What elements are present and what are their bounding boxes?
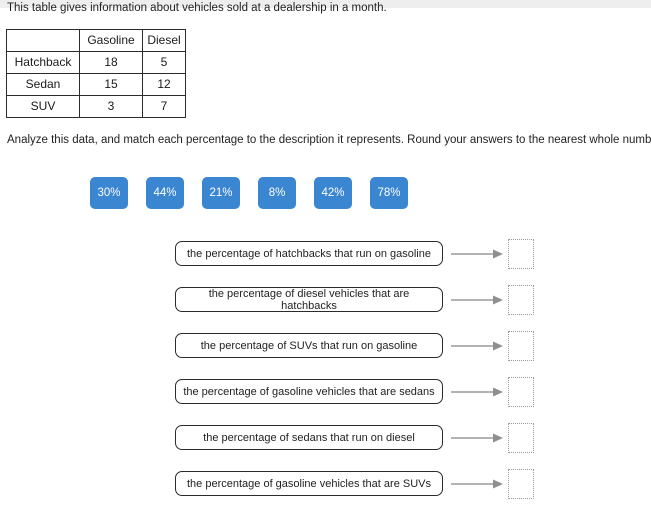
table-row-label: Sedan bbox=[6, 73, 80, 96]
description-box: the percentage of gasoline vehicles that… bbox=[175, 471, 443, 496]
percentage-tile-30[interactable]: 30% bbox=[90, 177, 128, 209]
arrow-icon bbox=[451, 341, 503, 351]
vehicle-data-table: Gasoline Diesel Hatchback 18 5 Sedan 15 … bbox=[6, 29, 186, 118]
answer-drop-box[interactable] bbox=[508, 423, 534, 453]
description-box: the percentage of SUVs that run on gasol… bbox=[175, 333, 443, 358]
match-row: the percentage of sedans that run on die… bbox=[0, 423, 651, 471]
description-box: the percentage of diesel vehicles that a… bbox=[175, 287, 443, 312]
percentage-tile-8[interactable]: 8% bbox=[258, 177, 296, 209]
match-row: the percentage of SUVs that run on gasol… bbox=[0, 331, 651, 379]
table-row-label: Hatchback bbox=[6, 51, 80, 74]
table-header-row: Gasoline Diesel bbox=[6, 29, 186, 52]
table-cell-gasoline: 3 bbox=[79, 95, 143, 118]
table-cell-diesel: 7 bbox=[142, 95, 186, 118]
percentage-tile-44[interactable]: 44% bbox=[146, 177, 184, 209]
table-cell-gasoline: 18 bbox=[79, 51, 143, 74]
percentage-tile-78[interactable]: 78% bbox=[370, 177, 408, 209]
description-box: the percentage of gasoline vehicles that… bbox=[175, 379, 443, 404]
table-row: Hatchback 18 5 bbox=[6, 51, 186, 74]
percentage-tile-42[interactable]: 42% bbox=[314, 177, 352, 209]
answer-drop-box[interactable] bbox=[508, 469, 534, 499]
description-box: the percentage of sedans that run on die… bbox=[175, 425, 443, 450]
arrow-icon bbox=[451, 387, 503, 397]
table-header-gasoline: Gasoline bbox=[79, 29, 143, 52]
intro-text: This table gives information about vehic… bbox=[7, 2, 387, 14]
arrow-icon bbox=[451, 295, 503, 305]
match-row: the percentage of gasoline vehicles that… bbox=[0, 377, 651, 425]
arrow-icon bbox=[451, 479, 503, 489]
match-row: the percentage of gasoline vehicles that… bbox=[0, 469, 651, 517]
arrow-icon bbox=[451, 249, 503, 259]
answer-drop-box[interactable] bbox=[508, 285, 534, 315]
answer-drop-box[interactable] bbox=[508, 331, 534, 361]
match-row: the percentage of hatchbacks that run on… bbox=[0, 239, 651, 287]
table-row: Sedan 15 12 bbox=[6, 73, 186, 96]
table-header-diesel: Diesel bbox=[142, 29, 186, 52]
match-rows-container: the percentage of hatchbacks that run on… bbox=[0, 239, 651, 517]
table-corner-cell bbox=[6, 29, 80, 52]
match-row: the percentage of diesel vehicles that a… bbox=[0, 285, 651, 333]
table-row: SUV 3 7 bbox=[6, 95, 186, 118]
table-cell-gasoline: 15 bbox=[79, 73, 143, 96]
table-row-label: SUV bbox=[6, 95, 80, 118]
description-box: the percentage of hatchbacks that run on… bbox=[175, 241, 443, 266]
table-cell-diesel: 5 bbox=[142, 51, 186, 74]
arrow-icon bbox=[451, 433, 503, 443]
answer-drop-box[interactable] bbox=[508, 239, 534, 269]
instruction-text: Analyze this data, and match each percen… bbox=[7, 134, 651, 146]
answer-drop-box[interactable] bbox=[508, 377, 534, 407]
percentage-tile-row: 30% 44% 21% 8% 42% 78% bbox=[90, 177, 408, 209]
percentage-tile-21[interactable]: 21% bbox=[202, 177, 240, 209]
table-cell-diesel: 12 bbox=[142, 73, 186, 96]
